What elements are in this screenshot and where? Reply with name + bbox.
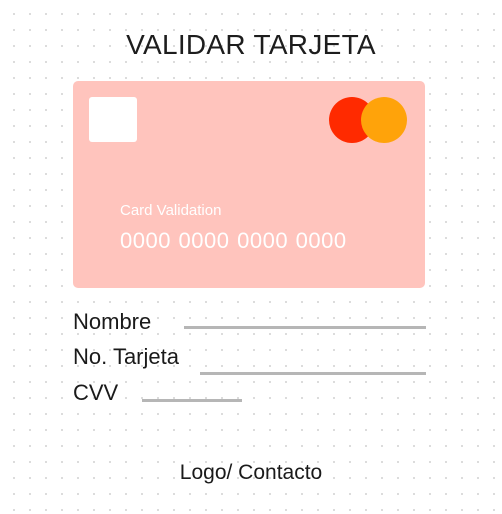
footer-logo-contact: Logo/ Contacto — [179, 461, 323, 484]
mastercard-logo-icon — [329, 97, 409, 143]
card-number-input[interactable] — [200, 372, 426, 375]
card-number-display: 0000 0000 0000 0000 — [120, 228, 347, 253]
cvv-input[interactable] — [142, 399, 242, 402]
card-chip-icon — [89, 97, 137, 142]
name-label: Nombre — [73, 309, 152, 334]
credit-card-preview: Card Validation 0000 0000 0000 0000 — [73, 81, 425, 288]
card-number-label: No. Tarjeta — [73, 344, 179, 369]
page-title: VALIDAR TARJETA — [126, 29, 376, 60]
card-validation-label: Card Validation — [120, 202, 222, 219]
name-input[interactable] — [184, 326, 426, 329]
brand-circle-orange — [361, 97, 407, 143]
cvv-label: CVV — [73, 380, 119, 405]
